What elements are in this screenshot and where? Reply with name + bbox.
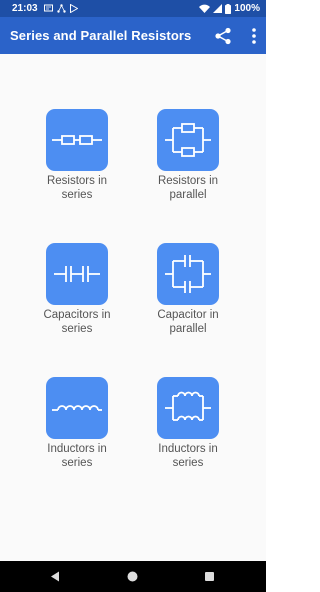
battery-percent: 100%: [234, 3, 260, 14]
status-bar: 21:03 100%: [0, 0, 266, 17]
capacitors-series-icon[interactable]: [46, 243, 108, 305]
resistors-series-icon[interactable]: [46, 109, 108, 171]
tile-resistors-parallel[interactable]: Resistors in parallel: [133, 109, 243, 202]
tile-label-line1: Inductors in: [158, 443, 218, 455]
signal-icon: [213, 4, 223, 13]
app-bar: Series and Parallel Resistors: [0, 17, 266, 54]
tile-label-line1: Resistors in: [46, 175, 108, 187]
home-icon[interactable]: [127, 571, 138, 582]
message-icon: [43, 4, 53, 12]
status-time: 21:03: [12, 3, 38, 14]
tile-inductors-series[interactable]: Inductors in series: [22, 377, 132, 470]
tile-label-line1: Capacitor in: [157, 309, 219, 321]
inductors-series-icon[interactable]: [46, 377, 108, 439]
wifi-icon: [199, 4, 211, 13]
network-icon: [56, 4, 66, 13]
navigation-bar: [0, 561, 266, 592]
capacitor-parallel-icon[interactable]: [157, 243, 219, 305]
tile-label-line2: series: [61, 457, 93, 469]
tile-capacitor-parallel[interactable]: Capacitor in parallel: [133, 243, 243, 336]
recents-icon[interactable]: [205, 572, 214, 581]
share-icon[interactable]: [213, 26, 233, 46]
tile-label-line2: parallel: [169, 323, 207, 335]
tile-label-line2: series: [61, 323, 93, 335]
tile-label-line2: parallel: [169, 189, 207, 201]
tile-label-line2: series: [172, 457, 204, 469]
main-content: Resistors in series Resistors in paralle…: [0, 54, 266, 561]
tile-capacitors-series[interactable]: Capacitors in series: [22, 243, 132, 336]
tile-label-line1: Capacitors in: [43, 309, 111, 321]
app-title: Series and Parallel Resistors: [10, 28, 192, 43]
more-vert-icon[interactable]: [248, 26, 260, 46]
tile-label-line1: Inductors in: [47, 443, 107, 455]
resistors-parallel-icon[interactable]: [157, 109, 219, 171]
inductors-parallel-icon[interactable]: [157, 377, 219, 439]
play-store-icon: [69, 4, 78, 13]
battery-icon: [225, 3, 232, 14]
tile-label-line2: series: [61, 189, 93, 201]
back-icon[interactable]: [50, 571, 60, 582]
tile-inductors-parallel[interactable]: Inductors in series: [133, 377, 243, 470]
tile-label-line1: Resistors in: [157, 175, 219, 187]
tile-resistors-series[interactable]: Resistors in series: [22, 109, 132, 202]
